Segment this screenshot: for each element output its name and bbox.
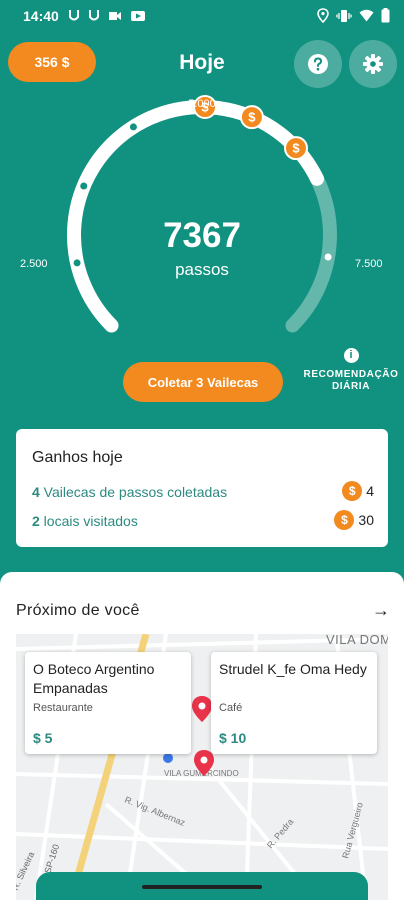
earnings-row-count: 4 bbox=[32, 484, 40, 500]
location-icon bbox=[317, 8, 329, 23]
collect-button[interactable]: Coletar 3 Vailecas bbox=[123, 362, 283, 402]
earnings-title: Ganhos hoje bbox=[32, 449, 123, 466]
earnings-row-value: 30 bbox=[358, 512, 374, 528]
home-indicator[interactable] bbox=[142, 885, 262, 889]
map-label-vila-dom: VILA DOM bbox=[326, 634, 388, 647]
place-category: Restaurante bbox=[33, 702, 93, 714]
svg-text:R. Silveira: R. Silveira bbox=[16, 850, 36, 891]
notification-icons bbox=[68, 9, 146, 23]
coin-marker-symbol: $ bbox=[292, 141, 300, 156]
place-reward: $ 5 bbox=[33, 730, 53, 746]
u-icon bbox=[69, 10, 79, 21]
collect-button-label: Coletar 3 Vailecas bbox=[147, 374, 259, 390]
coin-icon: $ bbox=[342, 481, 363, 501]
daily-recommendation-label: RECOMENDAÇÃO DIÁRIA bbox=[303, 369, 399, 392]
gauge-tick-dot bbox=[80, 182, 88, 190]
earnings-row-places: 2 locais visitados $ 30 bbox=[32, 510, 374, 532]
vibrate-icon bbox=[336, 9, 352, 22]
map-label-silveira: R. Silveira bbox=[16, 850, 36, 891]
place-card[interactable]: O Boteco Argentino Empanadas Restaurante… bbox=[25, 652, 191, 754]
nearby-sheet[interactable]: Próximo de você → SP-160 R. Silveira R. … bbox=[0, 572, 404, 900]
current-location-dot bbox=[163, 753, 173, 763]
place-name: Strudel K_fe Oma Hedy bbox=[219, 661, 367, 677]
earnings-row-label: 4 Vailecas de passos coletadas bbox=[32, 484, 227, 500]
earnings-row-reward: $ 30 bbox=[334, 510, 374, 530]
battery-icon bbox=[381, 8, 390, 23]
video-icon bbox=[109, 12, 121, 20]
page-title: Hoje bbox=[179, 51, 225, 74]
nearby-title: Próximo de você bbox=[16, 602, 140, 619]
earnings-card: Ganhos hoje 4 Vailecas de passos coletad… bbox=[16, 429, 388, 547]
place-reward: $ 10 bbox=[219, 730, 247, 746]
place-card[interactable]: Strudel K_fe Oma Hedy Café $ 10 bbox=[211, 652, 377, 754]
earnings-row-reward: $ 4 bbox=[342, 481, 374, 501]
earnings-row-value: 4 bbox=[366, 483, 374, 499]
gauge-tick-top: 5.000 bbox=[188, 98, 216, 110]
system-icons bbox=[317, 8, 390, 23]
gauge-tick-dot bbox=[129, 123, 137, 131]
earnings-row-text: Vailecas de passos coletadas bbox=[39, 484, 228, 500]
help-button[interactable] bbox=[294, 40, 342, 88]
svg-text:R. Vig. Albernaz: R. Vig. Albernaz bbox=[123, 795, 187, 829]
earnings-row-count: 2 bbox=[32, 513, 40, 529]
map-pin[interactable] bbox=[192, 696, 212, 722]
settings-button[interactable] bbox=[349, 40, 397, 88]
u-icon bbox=[89, 10, 99, 21]
status-time: 14:40 bbox=[23, 8, 59, 24]
coin-icon: $ bbox=[334, 510, 355, 530]
gear-icon bbox=[363, 54, 383, 74]
coin-marker-symbol: $ bbox=[248, 110, 256, 125]
map-label-albernaz: R. Vig. Albernaz bbox=[123, 795, 187, 829]
svg-text:VILA DOM: VILA DOM bbox=[326, 634, 388, 647]
status-bar: 14:40 bbox=[0, 0, 404, 32]
place-name: O Boteco Argentino Empanadas bbox=[33, 661, 155, 696]
steps-unit: passos bbox=[175, 260, 229, 279]
wifi-icon bbox=[359, 9, 374, 22]
info-icon: i bbox=[343, 348, 359, 363]
help-icon bbox=[308, 54, 328, 74]
place-category: Café bbox=[219, 702, 243, 714]
earnings-row-text: locais visitados bbox=[39, 513, 138, 529]
steps-count: 7367 bbox=[163, 216, 241, 255]
arrow-right-icon[interactable]: → bbox=[372, 600, 390, 621]
earnings-row-label: 2 locais visitados bbox=[32, 513, 138, 529]
youtube-icon bbox=[131, 11, 145, 21]
daily-recommendation[interactable]: i RECOMENDAÇÃO DIÁRIA bbox=[298, 348, 404, 393]
earnings-row-steps: 4 Vailecas de passos coletadas $ 4 bbox=[32, 481, 374, 503]
